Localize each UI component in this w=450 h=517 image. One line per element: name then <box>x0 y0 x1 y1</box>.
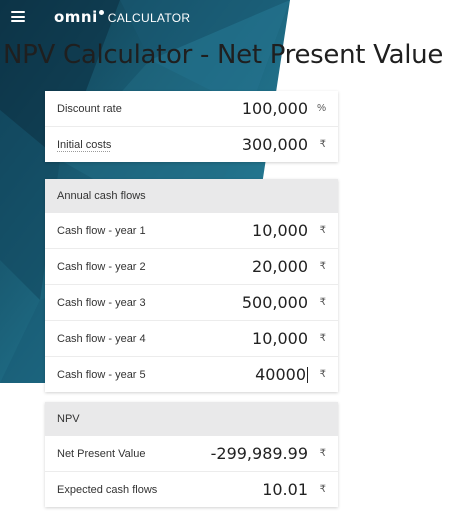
annual-cash-flows-header: Annual cash flows <box>45 179 338 213</box>
cash-flow-year-4-input[interactable]: 10,000 <box>252 329 308 348</box>
net-present-value-output[interactable]: -299,989.99 <box>211 444 308 463</box>
cash-flow-year-1-input[interactable]: 10,000 <box>252 221 308 240</box>
expected-cash-flows-row: Expected cash flows 10.01 ₹ <box>45 472 338 507</box>
discount-rate-unit[interactable]: % <box>317 103 326 114</box>
net-present-value-unit[interactable]: ₹ <box>320 448 326 459</box>
cash-flow-year-5-row: Cash flow - year 5 40000 ₹ <box>45 357 338 392</box>
annual-cash-flows-card: Annual cash flows Cash flow - year 1 10,… <box>45 179 338 392</box>
cash-flow-year-5-value: 40000 <box>255 365 306 384</box>
npv-header: NPV <box>45 402 338 436</box>
cash-flow-year-3-row: Cash flow - year 3 500,000 ₹ <box>45 285 338 321</box>
cash-flow-year-4-label: Cash flow - year 4 <box>57 332 146 345</box>
initial-costs-input[interactable]: 300,000 <box>242 135 308 154</box>
expected-cash-flows-label: Expected cash flows <box>57 483 158 496</box>
cash-flow-year-3-unit[interactable]: ₹ <box>320 297 326 308</box>
net-present-value-row: Net Present Value -299,989.99 ₹ <box>45 436 338 472</box>
cash-flow-year-5-label: Cash flow - year 5 <box>57 368 146 381</box>
expected-cash-flows-output[interactable]: 10.01 <box>262 480 308 499</box>
top-navigation-bar: omni CALCULATOR <box>0 0 290 32</box>
cash-flow-year-3-input[interactable]: 500,000 <box>242 293 308 312</box>
net-present-value-label: Net Present Value <box>57 447 146 460</box>
cash-flow-year-4-unit[interactable]: ₹ <box>320 333 326 344</box>
logo-dot <box>98 10 104 15</box>
initial-costs-unit[interactable]: ₹ <box>320 139 326 150</box>
cash-flow-year-2-row: Cash flow - year 2 20,000 ₹ <box>45 249 338 285</box>
cash-flow-year-1-unit[interactable]: ₹ <box>320 225 326 236</box>
logo-brand: omni <box>54 8 98 26</box>
cash-flow-year-1-row: Cash flow - year 1 10,000 ₹ <box>45 213 338 249</box>
cash-flow-year-2-label: Cash flow - year 2 <box>57 260 146 273</box>
cash-flow-year-4-row: Cash flow - year 4 10,000 ₹ <box>45 321 338 357</box>
cash-flow-year-2-unit[interactable]: ₹ <box>320 261 326 272</box>
discount-rate-input[interactable]: 100,000 <box>242 99 308 118</box>
cash-flow-year-5-input[interactable]: 40000 <box>255 365 308 384</box>
cash-flow-year-2-input[interactable]: 20,000 <box>252 257 308 276</box>
hamburger-menu-icon[interactable] <box>11 11 25 22</box>
text-cursor <box>307 367 308 383</box>
initial-costs-label[interactable]: Initial costs <box>57 139 111 151</box>
inputs-card: Discount rate 100,000 % Initial costs 30… <box>45 91 338 162</box>
expected-cash-flows-unit[interactable]: ₹ <box>320 484 326 495</box>
page-title: NPV Calculator - Net Present Value <box>3 40 444 70</box>
cash-flow-year-3-label: Cash flow - year 3 <box>57 296 146 309</box>
npv-card: NPV Net Present Value -299,989.99 ₹ Expe… <box>45 402 338 507</box>
discount-rate-row: Discount rate 100,000 % <box>45 91 338 127</box>
cash-flow-year-5-unit[interactable]: ₹ <box>320 369 326 380</box>
cash-flow-year-1-label: Cash flow - year 1 <box>57 224 146 237</box>
logo-subtitle: CALCULATOR <box>107 11 191 25</box>
discount-rate-label: Discount rate <box>57 102 122 115</box>
initial-costs-row: Initial costs 300,000 ₹ <box>45 127 338 162</box>
omni-logo[interactable]: omni CALCULATOR <box>54 8 190 26</box>
